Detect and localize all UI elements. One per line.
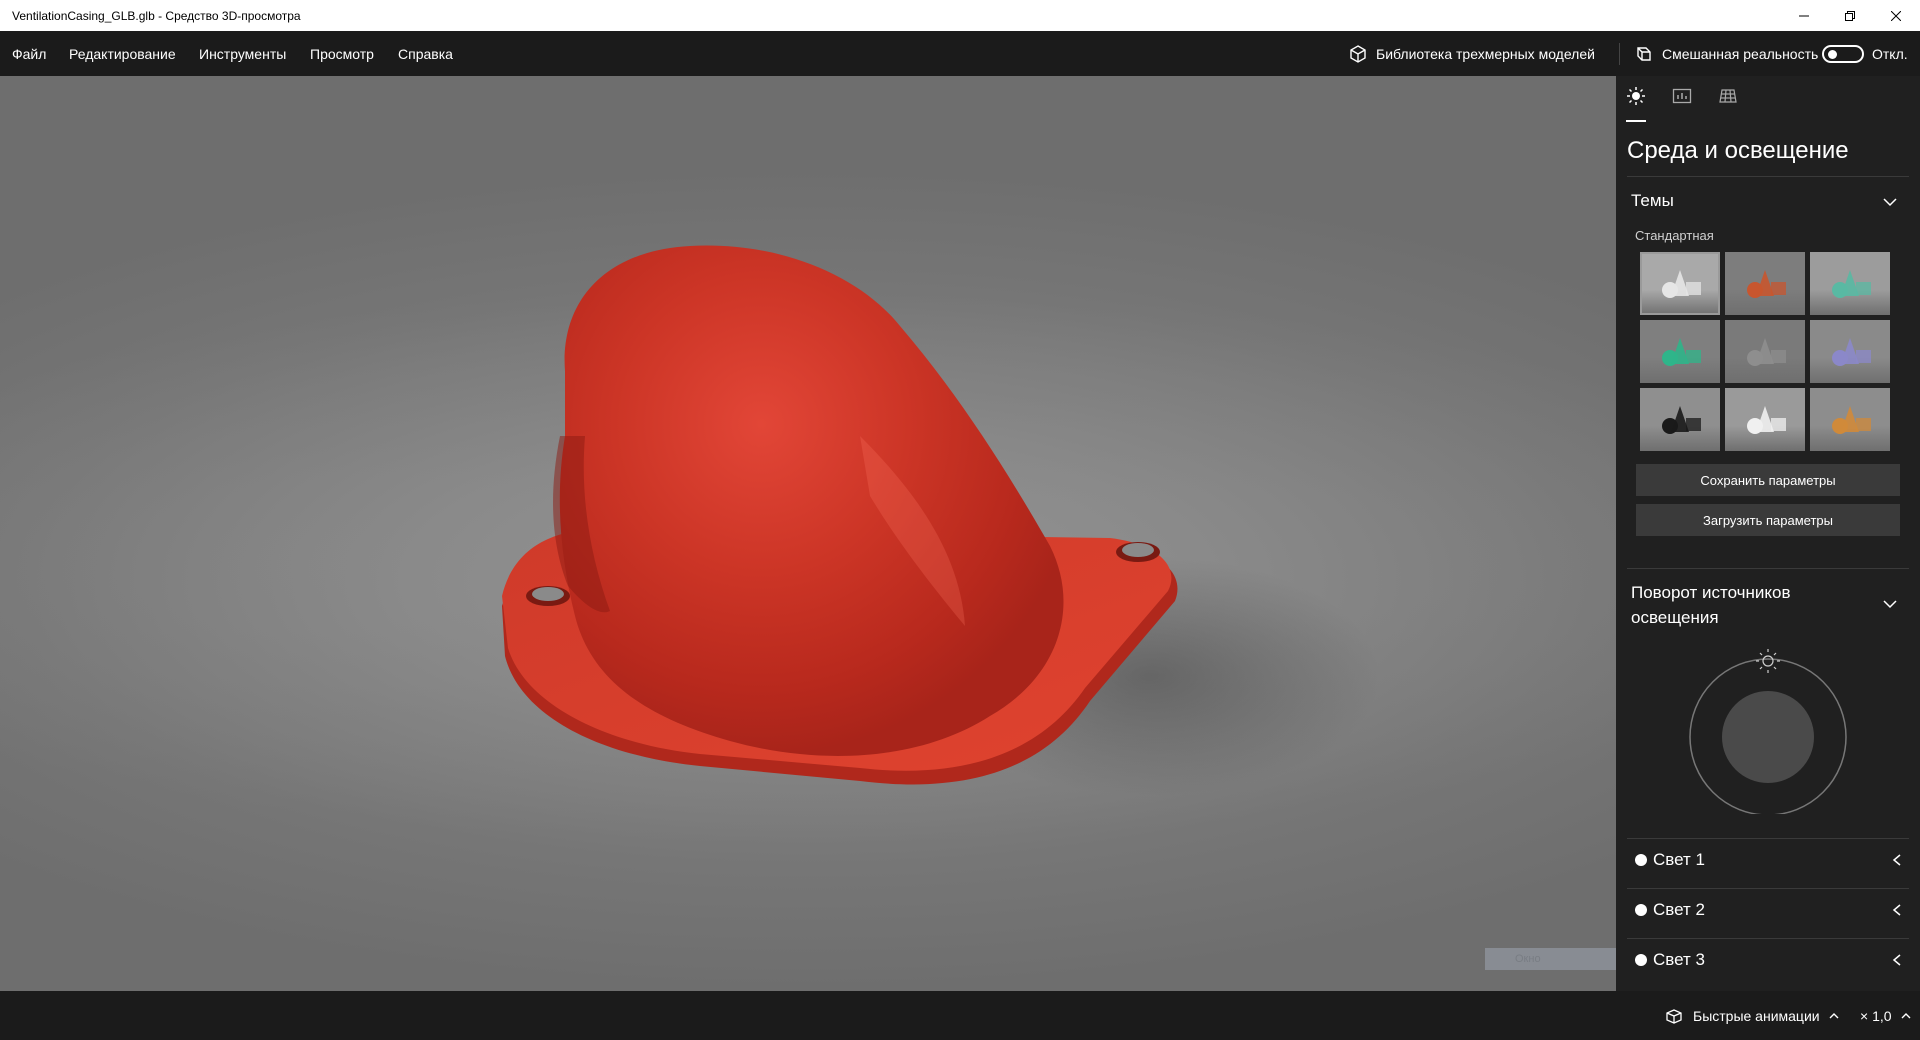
cube-icon	[1350, 44, 1366, 63]
menu-tools[interactable]: Инструменты	[199, 46, 286, 62]
chevron-down-icon[interactable]	[1882, 596, 1898, 612]
theme-preview-icon	[1747, 270, 1786, 298]
divider	[1627, 568, 1909, 569]
restore-icon	[1845, 10, 1855, 21]
library-button[interactable]: Библиотека трехмерных моделей	[1348, 31, 1595, 76]
animation-cube-icon	[1666, 1008, 1682, 1024]
theme-preview-icon	[1832, 338, 1871, 366]
load-settings-button[interactable]: Загрузить параметры	[1636, 504, 1900, 536]
mixed-reality-icon	[1637, 46, 1651, 61]
theme-dark-orange[interactable]	[1725, 252, 1805, 315]
light-2-row[interactable]: Свет 2	[1631, 896, 1906, 926]
chevron-left-icon[interactable]	[1890, 903, 1904, 917]
title-bar: VentilationCasing_GLB.glb - Средство 3D-…	[0, 0, 1920, 31]
mixed-reality-label: Смешанная реальность	[1662, 45, 1819, 62]
menu-file[interactable]: Файл	[12, 46, 46, 62]
sun-icon	[1627, 87, 1645, 105]
theme-preview-icon	[1662, 338, 1701, 366]
theme-purple-orange[interactable]	[1810, 388, 1890, 451]
dial-center	[1722, 691, 1814, 783]
save-settings-button[interactable]: Сохранить параметры	[1636, 464, 1900, 496]
window-overlay-label: Окно	[1515, 953, 1541, 965]
light-rotation-header[interactable]: Поворот источников освещения	[1631, 580, 1861, 630]
light-2-dot	[1635, 904, 1647, 916]
theme-preview-icon	[1662, 270, 1701, 298]
theme-black[interactable]	[1640, 388, 1720, 451]
mixed-reality-toggle[interactable]	[1822, 44, 1864, 63]
light-1-label: Свет 1	[1653, 850, 1705, 869]
panel-tabs	[1626, 86, 1738, 106]
theme-preview-icon	[1832, 406, 1871, 434]
theme-white[interactable]	[1725, 388, 1805, 451]
quick-animations-button[interactable]: Быстрые анимации	[1665, 991, 1840, 1040]
library-label: Библиотека трехмерных моделей	[1376, 45, 1595, 62]
sun-handle-icon	[1756, 649, 1780, 673]
light-3-row[interactable]: Свет 3	[1631, 946, 1906, 976]
window-title: VentilationCasing_GLB.glb - Средство 3D-…	[12, 9, 301, 23]
mount-hole-right-inner	[1122, 543, 1154, 557]
chevron-left-icon[interactable]	[1890, 953, 1904, 967]
theme-preview-icon	[1662, 406, 1701, 434]
light-1-dot	[1635, 854, 1647, 866]
grid-icon	[1719, 89, 1737, 103]
theme-grid	[1640, 252, 1890, 451]
theme-lavender[interactable]	[1810, 320, 1890, 383]
light-1-row[interactable]: Свет 1	[1631, 846, 1906, 876]
menu-help[interactable]: Справка	[398, 46, 453, 62]
speed-button[interactable]: × 1,0	[1860, 991, 1912, 1040]
close-icon	[1891, 10, 1901, 21]
divider	[1627, 176, 1909, 177]
tab-grid[interactable]	[1718, 86, 1738, 106]
chevron-left-icon[interactable]	[1890, 853, 1904, 867]
model-dome	[559, 245, 1064, 756]
mixed-reality-state: Откл.	[1872, 45, 1908, 62]
toggle-knob	[1828, 49, 1837, 59]
minimize-button[interactable]	[1781, 0, 1827, 31]
theme-light-gray[interactable]	[1640, 252, 1720, 315]
stats-icon	[1672, 88, 1692, 104]
chevron-down-icon[interactable]	[1882, 194, 1898, 210]
tab-lighting[interactable]	[1626, 86, 1646, 106]
menu-edit[interactable]: Редактирование	[69, 46, 176, 62]
close-button[interactable]	[1873, 0, 1919, 31]
chevron-up-icon	[1829, 1012, 1839, 1018]
mount-hole-left-inner	[532, 587, 564, 601]
restore-button[interactable]	[1827, 0, 1873, 31]
bottom-bar: Быстрые анимации × 1,0	[0, 991, 1920, 1040]
mixed-reality-toggle-group[interactable]: Откл.	[1822, 31, 1908, 76]
light-3-label: Свет 3	[1653, 950, 1705, 969]
window-overlay: Окно	[1485, 948, 1616, 970]
light-rotation-dial[interactable]	[1686, 644, 1856, 814]
theme-preview-icon	[1747, 338, 1786, 366]
speed-label: × 1,0	[1860, 1007, 1892, 1024]
divider	[1627, 938, 1909, 939]
themes-sublabel: Стандартная	[1635, 228, 1714, 243]
light-2-label: Свет 2	[1653, 900, 1705, 919]
chevron-up-icon	[1901, 1012, 1911, 1018]
divider	[1627, 838, 1909, 839]
light-3-dot	[1635, 954, 1647, 966]
3d-model[interactable]	[0, 76, 1616, 991]
3d-viewport[interactable]: Окно	[0, 76, 1616, 991]
menu-divider	[1619, 43, 1620, 65]
panel-title: Среда и освещение	[1627, 137, 1849, 164]
mixed-reality-button[interactable]: Смешанная реальность	[1634, 31, 1818, 76]
themes-header[interactable]: Темы	[1631, 191, 1674, 211]
theme-gray-dark[interactable]	[1725, 320, 1805, 383]
theme-preview-icon	[1832, 270, 1871, 298]
menu-bar: Файл Редактирование Инструменты Просмотр…	[0, 31, 1920, 76]
divider	[1627, 888, 1909, 889]
minimize-icon	[1799, 15, 1809, 16]
theme-green[interactable]	[1640, 320, 1720, 383]
active-tab-indicator	[1626, 120, 1646, 122]
tab-stats[interactable]	[1672, 86, 1692, 106]
environment-panel: Среда и освещение Темы Стандартная Сохра…	[1616, 76, 1920, 991]
theme-preview-icon	[1747, 406, 1786, 434]
quick-animations-label: Быстрые анимации	[1693, 1007, 1820, 1024]
theme-teal[interactable]	[1810, 252, 1890, 315]
menu-view[interactable]: Просмотр	[310, 46, 374, 62]
